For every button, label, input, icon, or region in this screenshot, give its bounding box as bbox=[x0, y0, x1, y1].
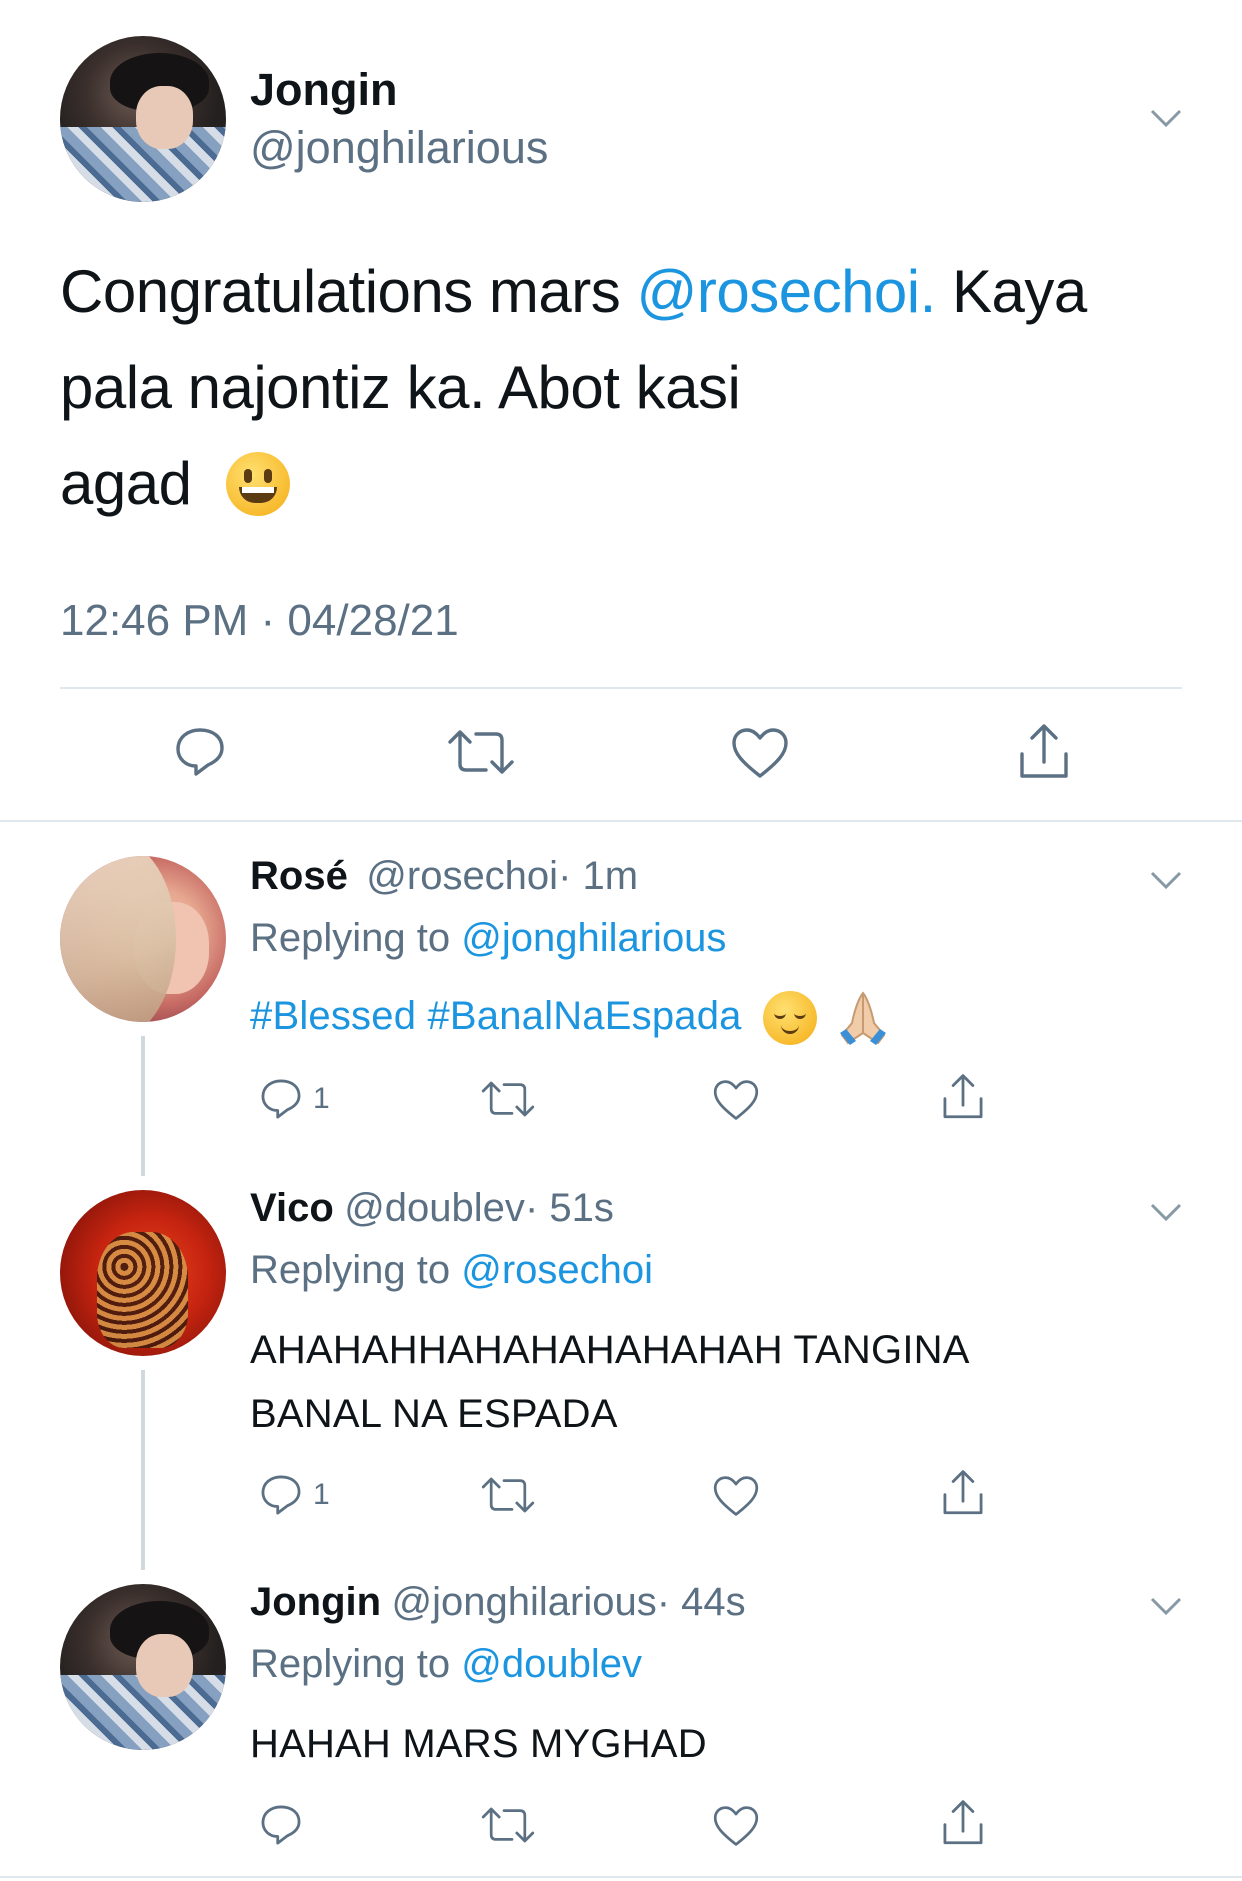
replying-to: Replying to @jonghilarious bbox=[250, 916, 726, 961]
replying-to-label: Replying to bbox=[250, 1642, 462, 1686]
reply-header: Jongin @jonghilarious· 44s bbox=[250, 1580, 746, 1625]
thread-line bbox=[141, 1036, 145, 1176]
reply-time[interactable]: · 1m bbox=[558, 854, 638, 898]
reply-text-line: BANAL NA ESPADA bbox=[250, 1392, 618, 1436]
replying-to-mention[interactable]: @doublev bbox=[461, 1642, 642, 1686]
retweet-icon[interactable] bbox=[480, 1474, 536, 1516]
reply-avatar-vico[interactable] bbox=[60, 1190, 226, 1356]
chevron-down-icon[interactable] bbox=[1148, 106, 1184, 130]
main-tweet-timestamp[interactable]: 12:46 PM · 04/28/21 bbox=[60, 596, 459, 646]
retweet-icon[interactable] bbox=[480, 1804, 536, 1846]
reply-text-line: HAHAH MARS MYGHAD bbox=[250, 1722, 707, 1766]
retweet-icon[interactable] bbox=[446, 726, 516, 778]
reply-text: AHAHAHHAHAHAHAHAHAH TANGINA BANAL NA ESP… bbox=[250, 1318, 970, 1446]
retweet-icon[interactable] bbox=[480, 1078, 536, 1120]
relieved-face-emoji-icon bbox=[762, 991, 817, 1046]
replying-to: Replying to @doublev bbox=[250, 1642, 642, 1687]
chevron-down-icon[interactable] bbox=[1148, 1594, 1184, 1618]
reply-author-handle[interactable]: @rosechoi bbox=[366, 854, 558, 898]
heart-icon[interactable] bbox=[712, 1078, 760, 1122]
reply-author-name[interactable]: Jongin bbox=[250, 1580, 381, 1624]
replying-to-mention[interactable]: @jonghilarious bbox=[461, 916, 726, 960]
folded-hands-emoji-icon bbox=[840, 991, 887, 1046]
mention-link[interactable]: @rosechoi. bbox=[636, 258, 936, 325]
divider bbox=[0, 1876, 1242, 1878]
heart-icon[interactable] bbox=[730, 726, 790, 780]
reply-text-line: AHAHAHHAHAHAHAHAHAH TANGINA bbox=[250, 1328, 970, 1372]
heart-icon[interactable] bbox=[712, 1804, 760, 1848]
share-icon[interactable] bbox=[940, 1468, 986, 1518]
reply-time[interactable]: · 44s bbox=[657, 1580, 746, 1624]
tweet-text-part: Congratulations mars bbox=[60, 258, 637, 325]
reply-text: HAHAH MARS MYGHAD bbox=[250, 1712, 707, 1776]
reply-header: Rosé @rosechoi· 1m bbox=[250, 854, 638, 899]
reply-count: 1 bbox=[313, 1082, 330, 1115]
replying-to-label: Replying to bbox=[250, 1248, 462, 1292]
reply-author-name[interactable]: Rosé bbox=[250, 854, 348, 898]
reply-avatar-rose[interactable] bbox=[60, 856, 226, 1022]
reply-text: #Blessed #BanalNaEspada bbox=[250, 984, 892, 1048]
main-tweet-text: Congratulations mars @rosechoi. Kaya pal… bbox=[60, 244, 1200, 532]
share-icon[interactable] bbox=[1016, 722, 1072, 782]
reply-author-handle[interactable]: @jonghilarious bbox=[392, 1580, 657, 1624]
main-tweet-avatar[interactable] bbox=[60, 36, 226, 202]
reply-header: Vico @doublev· 51s bbox=[250, 1186, 614, 1231]
thread-line bbox=[141, 1370, 145, 1570]
hashtag-links[interactable]: #Blessed #BanalNaEspada bbox=[250, 994, 742, 1038]
main-tweet-author-name[interactable]: Jongin bbox=[250, 64, 397, 116]
reply-icon[interactable] bbox=[258, 1472, 304, 1518]
reply-time[interactable]: · 51s bbox=[525, 1186, 614, 1230]
reply-avatar-jongin[interactable] bbox=[60, 1584, 226, 1750]
reply-icon[interactable] bbox=[172, 724, 228, 780]
replying-to-mention[interactable]: @rosechoi bbox=[461, 1248, 653, 1292]
divider bbox=[0, 820, 1242, 822]
replying-to-label: Replying to bbox=[250, 916, 462, 960]
heart-icon[interactable] bbox=[712, 1474, 760, 1518]
share-icon[interactable] bbox=[940, 1072, 986, 1122]
reply-author-name[interactable]: Vico bbox=[250, 1186, 334, 1230]
tweet-text-line: agad bbox=[60, 450, 192, 517]
reply-author-handle[interactable]: @doublev bbox=[344, 1186, 525, 1230]
main-tweet-author-handle[interactable]: @jonghilarious bbox=[250, 122, 548, 174]
reply-count: 1 bbox=[313, 1478, 330, 1511]
chevron-down-icon[interactable] bbox=[1148, 1200, 1184, 1224]
replying-to: Replying to @rosechoi bbox=[250, 1248, 653, 1293]
tweet-text-line: pala najontiz ka. Abot kasi bbox=[60, 354, 741, 421]
share-icon[interactable] bbox=[940, 1798, 986, 1848]
tweet-text-part: Kaya bbox=[935, 258, 1087, 325]
divider bbox=[60, 687, 1182, 689]
grinning-face-emoji-icon bbox=[225, 452, 290, 517]
reply-icon[interactable] bbox=[258, 1802, 304, 1848]
chevron-down-icon[interactable] bbox=[1148, 868, 1184, 892]
reply-icon[interactable] bbox=[258, 1076, 304, 1122]
